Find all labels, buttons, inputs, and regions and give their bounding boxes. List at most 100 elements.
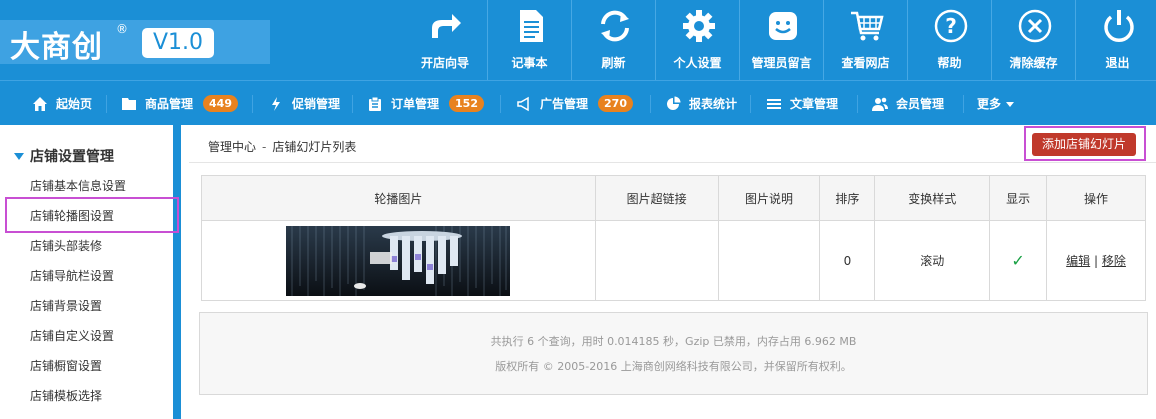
breadcrumb: 管理中心 - 店铺幻灯片列表 [208,138,356,155]
action-separator: | [1094,254,1099,268]
nav-item-members[interactable]: 会员管理 [872,81,944,126]
edit-link[interactable]: 编辑 [1066,254,1090,268]
nav-item-orders[interactable]: 订单管理 152 [367,81,484,126]
sidebar-item-nav-settings[interactable]: 店铺导航栏设置 [30,267,114,284]
column-header: 操作 [1046,175,1146,221]
nav-label: 订单管理 [391,97,440,111]
triangle-down-icon [14,152,24,160]
tool-label: 管理员留言 [751,56,812,70]
nav-label: 会员管理 [896,97,945,111]
nav-divider [106,95,107,113]
clipboard-icon [369,96,381,111]
personal-settings-button[interactable]: 个人设置 [655,0,739,80]
tool-label: 记事本 [511,56,548,70]
svg-text:?: ? [945,14,957,38]
sidebar-item-template[interactable]: 店铺模板选择 [30,387,102,404]
link-cell [594,220,719,301]
description-cell [717,220,821,301]
nav-label: 更多 [977,97,1002,111]
sidebar-item-background[interactable]: 店铺背景设置 [30,297,102,314]
nav-item-home[interactable]: 起始页 [32,81,92,126]
nav-label: 报表统计 [689,97,738,111]
divider [189,162,1156,163]
nav-divider [500,95,501,113]
nav-item-promotion[interactable]: 促销管理 [268,81,340,126]
sidebar-item-showcase[interactable]: 店铺橱窗设置 [30,357,102,374]
table-header-row: 轮播图片 图片超链接 图片说明 排序 变换样式 显示 操作 [201,175,1146,221]
column-header: 图片说明 [717,175,821,221]
nav-label: 文章管理 [790,97,839,111]
tool-label: 帮助 [937,56,962,70]
top-header: 大商创 ® V1.0 开店向导 记事本 刷新 个人设置 管理员留言 查看网店 ?… [0,0,1156,80]
logout-button[interactable]: 退出 [1075,0,1156,80]
column-header: 显示 [989,175,1048,221]
gear-icon [683,10,715,42]
column-header: 图片超链接 [594,175,719,221]
add-slide-button[interactable]: 添加店铺幻灯片 [1032,133,1136,156]
remove-link[interactable]: 移除 [1102,254,1126,268]
tool-label: 开店向导 [420,56,469,70]
nav-label: 广告管理 [540,97,589,111]
smiley-message-icon [769,12,797,40]
power-icon [1104,10,1134,42]
sidebar-item-custom[interactable]: 店铺自定义设置 [30,327,114,344]
cart-icon [851,11,884,41]
admin-message-button[interactable]: 管理员留言 [739,0,823,80]
pie-chart-icon [667,96,681,110]
nav-divider [857,95,858,113]
visible-cell: ✓ [989,220,1048,301]
check-icon[interactable]: ✓ [1011,251,1024,270]
notepad-button[interactable]: 记事本 [487,0,571,80]
top-toolbar: 开店向导 记事本 刷新 个人设置 管理员留言 查看网店 ? 帮助 清除缓存 退出 [403,0,1156,80]
nav-item-goods[interactable]: 商品管理 449 [121,81,238,126]
breadcrumb-current: 店铺幻灯片列表 [272,140,357,154]
nav-item-more[interactable]: 更多 [977,81,1015,126]
nav-item-reports[interactable]: 报表统计 [665,81,737,126]
chevron-down-icon [1006,102,1015,107]
nav-divider [963,95,964,113]
registered-mark: ® [116,22,128,36]
slides-table: 轮播图片 图片超链接 图片说明 排序 变换样式 显示 操作 0 滚动 ✓ 编辑 … [201,175,1146,301]
breadcrumb-home[interactable]: 管理中心 [208,140,256,154]
slide-thumbnail[interactable] [286,225,511,296]
sidebar: 店铺设置管理 店铺基本信息设置 店铺轮播图设置 店铺头部装修 店铺导航栏设置 店… [0,125,181,419]
query-stats: 共执行 6 个查询，用时 0.014185 秒，Gzip 已禁用，内存占用 6.… [490,335,857,348]
slide-image-cell [201,220,596,301]
count-badge: 152 [449,95,484,112]
count-badge: 270 [598,95,633,112]
copyright: 版权所有 © 2005-2016 上海商创网络科技有限公司，并保留所有权利。 [495,360,852,373]
effect-cell: 滚动 [874,220,991,301]
tool-label: 退出 [1105,56,1130,70]
sidebar-section-title[interactable]: 店铺设置管理 [14,146,114,166]
refresh-button[interactable]: 刷新 [571,0,655,80]
sidebar-item-header-decor[interactable]: 店铺头部装修 [30,237,102,254]
view-store-button[interactable]: 查看网店 [823,0,907,80]
count-badge: 449 [203,95,238,112]
sidebar-item-carousel[interactable]: 店铺轮播图设置 [30,207,114,224]
nav-label: 商品管理 [145,97,194,111]
column-header: 轮播图片 [201,175,596,221]
nav-divider [252,95,253,113]
nav-divider [750,95,751,113]
clear-cache-button[interactable]: 清除缓存 [991,0,1075,80]
setup-wizard-button[interactable]: 开店向导 [403,0,487,80]
help-button[interactable]: ? 帮助 [907,0,991,80]
logo: 大商创 ® V1.0 [0,20,270,65]
tool-label: 刷新 [601,56,626,70]
share-arrow-icon [432,14,461,38]
list-icon [767,98,781,109]
nav-item-ads[interactable]: 广告管理 270 [516,81,633,126]
nav-label: 促销管理 [292,97,341,111]
column-header: 变换样式 [874,175,991,221]
nav-item-articles[interactable]: 文章管理 [766,81,838,126]
nav-label: 起始页 [56,97,93,111]
main-nav: 起始页 商品管理 449 促销管理 订单管理 152 广告管理 270 报表统计… [0,80,1156,125]
close-circle-icon [1018,9,1052,43]
refresh-icon [601,10,629,42]
column-header: 排序 [819,175,876,221]
sidebar-item-basic-info[interactable]: 店铺基本信息设置 [30,177,126,194]
tool-label: 清除缓存 [1009,56,1058,70]
folder-icon [122,97,136,110]
home-icon [33,96,47,111]
tool-label: 查看网店 [841,56,890,70]
